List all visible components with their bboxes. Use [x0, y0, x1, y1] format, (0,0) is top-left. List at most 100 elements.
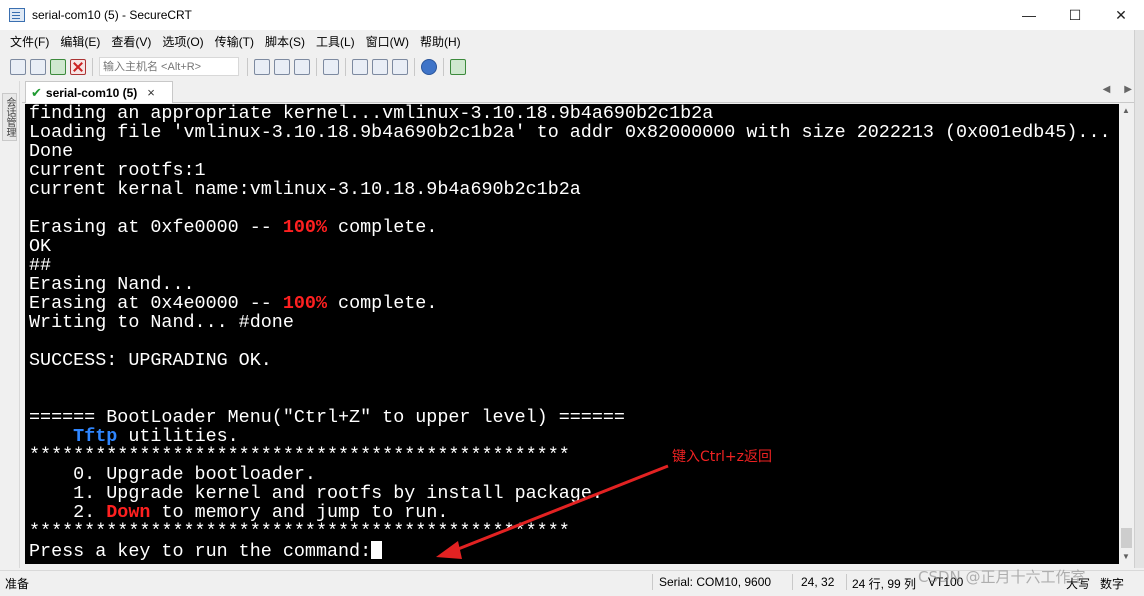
terminal-text: utilities. — [117, 426, 239, 447]
window-controls: — ☐ ✕ — [1006, 0, 1144, 30]
find-icon[interactable] — [294, 58, 310, 75]
session-options-icon[interactable] — [352, 58, 368, 75]
status-separator — [846, 574, 847, 590]
terminal-line: Erasing at 0x4e0000 -- 100% complete. — [25, 294, 1119, 313]
tab-serial-com10[interactable]: ✔ serial-com10 (5) × — [25, 81, 173, 103]
tab-prev-icon[interactable]: ◀ — [1103, 84, 1111, 95]
key-map-icon[interactable] — [392, 58, 408, 75]
scroll-up-icon[interactable]: ▲ — [1122, 106, 1130, 115]
terminal-text: Loading file 'vmlinux-3.10.18.9b4a690b2c… — [29, 122, 1111, 143]
close-button[interactable]: ✕ — [1098, 0, 1144, 30]
tab-navigation: ◀ ▶ — [1089, 84, 1132, 95]
terminal-text: 1. Upgrade kernel and rootfs by install … — [29, 483, 603, 504]
terminal-text: Erasing at 0x4e0000 -- — [29, 293, 283, 314]
terminal-text: Erasing at 0xfe0000 -- — [29, 217, 283, 238]
title-bar: serial-com10 (5) - SecureCRT — ☐ ✕ — [0, 0, 1144, 30]
toolbar-separator — [443, 57, 444, 76]
securecrt-app-icon — [9, 8, 25, 22]
tab-strip: ✔ serial-com10 (5) × ◀ ▶ — [22, 81, 1144, 103]
status-cursor-position: 24, 32 — [801, 575, 835, 589]
terminal-text: Erasing Nand... — [29, 274, 195, 295]
terminal-text: Writing to Nand... #done — [29, 312, 294, 333]
terminal-line: 2. Down to memory and jump to run. — [25, 503, 1119, 522]
menu-file[interactable]: 文件(F) — [10, 33, 49, 50]
maximize-button[interactable]: ☐ — [1052, 0, 1098, 30]
global-options-icon[interactable] — [372, 58, 388, 75]
watermark: CSDN @正月十六工作室 — [918, 568, 1086, 586]
menu-edit[interactable]: 编辑(E) — [60, 33, 100, 50]
highlighted-text: Down — [106, 502, 151, 523]
disconnect-icon[interactable] — [70, 58, 86, 75]
terminal-scrollbar[interactable]: ▲ ▼ — [1119, 104, 1134, 564]
terminal-line: ****************************************… — [25, 446, 1119, 465]
reconnect-icon[interactable] — [50, 58, 66, 75]
highlighted-text: 100% — [282, 293, 327, 314]
terminal-cursor — [371, 541, 383, 559]
host-name-input[interactable] — [99, 57, 239, 76]
connect-icon[interactable] — [10, 58, 26, 75]
status-ready: 准备 — [5, 577, 30, 591]
toolbar-separator — [345, 57, 346, 76]
terminal-line: current rootfs:1 — [25, 161, 1119, 180]
quick-connect-icon[interactable] — [30, 58, 46, 75]
print-icon[interactable] — [323, 58, 339, 75]
help-icon[interactable] — [421, 58, 437, 75]
session-manager-tab[interactable]: 会话管理 — [2, 93, 17, 141]
menu-tools[interactable]: 工具(L) — [316, 33, 355, 50]
sftp-icon[interactable] — [450, 58, 466, 75]
toolbar — [0, 54, 1144, 79]
toolbar-separator — [247, 57, 248, 76]
terminal-text: OK — [29, 236, 52, 257]
menu-window[interactable]: 窗口(W) — [366, 33, 409, 50]
session-manager-dock: 会话管理 — [0, 81, 20, 568]
terminal-line: Tftp utilities. — [25, 427, 1119, 446]
tab-next-icon[interactable]: ▶ — [1124, 84, 1132, 95]
menu-options[interactable]: 选项(O) — [162, 33, 203, 50]
highlighted-text: Tftp — [73, 426, 118, 447]
copy-icon[interactable] — [254, 58, 270, 75]
tab-label: serial-com10 (5) — [45, 85, 138, 100]
terminal-text: 2. — [29, 502, 107, 523]
terminal-text: Press a key to run the command: — [29, 541, 372, 562]
paste-icon[interactable] — [274, 58, 290, 75]
terminal-line: SUCCESS: UPGRADING OK. — [25, 351, 1119, 370]
terminal-line: ## — [25, 256, 1119, 275]
menu-bar: 文件(F) 编辑(E) 查看(V) 选项(O) 传输(T) 脚本(S) 工具(L… — [0, 31, 1144, 51]
terminal-text: complete. — [327, 293, 438, 314]
terminal-text: ====== BootLoader Menu("Ctrl+Z" to upper… — [29, 407, 625, 428]
tab-close-icon[interactable]: × — [147, 85, 155, 100]
toolbar-separator — [414, 57, 415, 76]
terminal-line: current kernal name:vmlinux-3.10.18.9b4a… — [25, 180, 1119, 199]
scroll-down-icon[interactable]: ▼ — [1122, 552, 1130, 561]
terminal-text: ****************************************… — [29, 521, 570, 542]
connected-check-icon: ✔ — [31, 84, 42, 100]
status-num: 数字 — [1100, 577, 1125, 591]
terminal-line: ****************************************… — [25, 522, 1119, 541]
terminal-line: Erasing Nand... — [25, 275, 1119, 294]
menu-help[interactable]: 帮助(H) — [420, 33, 461, 50]
terminal-output[interactable]: finding an appropriate kernel...vmlinux-… — [25, 104, 1119, 564]
menu-transfer[interactable]: 传输(T) — [215, 33, 254, 50]
terminal-text: to memory and jump to run. — [150, 502, 449, 523]
status-separator — [652, 574, 653, 590]
highlighted-text: 100% — [282, 217, 327, 238]
terminal-text: Done — [29, 141, 74, 162]
minimize-button[interactable]: — — [1006, 0, 1052, 30]
terminal-text: SUCCESS: UPGRADING OK. — [29, 350, 272, 371]
terminal-line: Writing to Nand... #done — [25, 313, 1119, 332]
menu-script[interactable]: 脚本(S) — [265, 33, 305, 50]
terminal-line: ====== BootLoader Menu("Ctrl+Z" to upper… — [25, 408, 1119, 427]
window-right-edge — [1134, 30, 1144, 568]
terminal-text: current rootfs:1 — [29, 160, 206, 181]
annotation-label: 键入Ctrl+z返回 — [672, 449, 772, 465]
terminal-text: 0. Upgrade bootloader. — [29, 464, 316, 485]
terminal-line: 1. Upgrade kernel and rootfs by install … — [25, 484, 1119, 503]
toolbar-separator — [316, 57, 317, 76]
menu-view[interactable]: 查看(V) — [111, 33, 151, 50]
scroll-thumb[interactable] — [1121, 528, 1132, 548]
terminal-line: 0. Upgrade bootloader. — [25, 465, 1119, 484]
